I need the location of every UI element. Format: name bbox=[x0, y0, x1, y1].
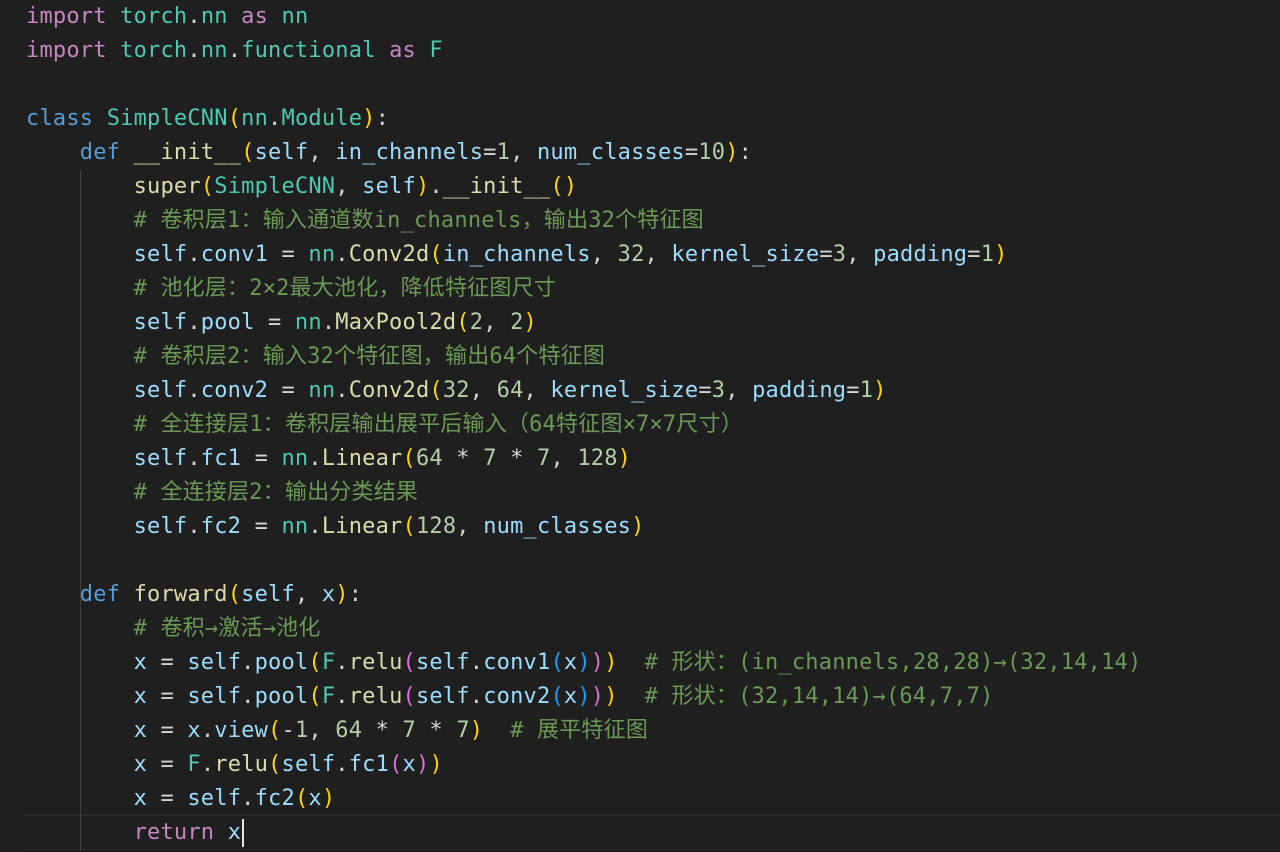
code-line[interactable]: def forward(self, x): bbox=[26, 578, 362, 612]
code-line[interactable]: import torch.nn.functional as F bbox=[26, 34, 443, 68]
code-line[interactable]: return x bbox=[26, 816, 245, 850]
code-line[interactable]: x = F.relu(self.fc1(x)) bbox=[26, 748, 443, 782]
code-line[interactable]: # 全连接层2：输出分类结果 bbox=[26, 476, 418, 510]
code-line[interactable]: x = self.fc2(x) bbox=[26, 782, 336, 816]
code-line[interactable]: def __init__(self, in_channels=1, num_cl… bbox=[26, 136, 752, 170]
code-line[interactable]: # 卷积层2：输入32个特征图，输出64个特征图 bbox=[26, 340, 605, 374]
code-line[interactable]: self.conv1 = nn.Conv2d(in_channels, 32, … bbox=[26, 238, 1008, 272]
code-line[interactable]: self.fc1 = nn.Linear(64 * 7 * 7, 128) bbox=[26, 442, 631, 476]
code-line[interactable]: self.pool = nn.MaxPool2d(2, 2) bbox=[26, 306, 537, 340]
text-cursor bbox=[242, 819, 245, 847]
code-line[interactable]: x = x.view(-1, 64 * 7 * 7) # 展平特征图 bbox=[26, 714, 648, 748]
code-line[interactable]: self.conv2 = nn.Conv2d(32, 64, kernel_si… bbox=[26, 374, 887, 408]
code-line[interactable]: self.fc2 = nn.Linear(128, num_classes) bbox=[26, 510, 645, 544]
code-line[interactable]: # 全连接层1：卷积层输出展平后输入（64特征图×7×7尺寸） bbox=[26, 408, 743, 442]
code-line[interactable]: x = self.pool(F.relu(self.conv2(x))) # 形… bbox=[26, 680, 994, 714]
code-line[interactable]: # 池化层：2×2最大池化，降低特征图尺寸 bbox=[26, 272, 556, 306]
code-line[interactable]: x = self.pool(F.relu(self.conv1(x))) # 形… bbox=[26, 646, 1142, 680]
code-line[interactable]: # 卷积层1：输入通道数in_channels，输出32个特征图 bbox=[26, 204, 704, 238]
code-line[interactable]: super(SimpleCNN, self).__init__() bbox=[26, 170, 578, 204]
code-line[interactable]: import torch.nn as nn bbox=[26, 0, 308, 34]
code-line[interactable]: class SimpleCNN(nn.Module): bbox=[26, 102, 389, 136]
code-editor[interactable]: import torch.nn as nn import torch.nn.fun… bbox=[0, 0, 1280, 852]
code-line[interactable]: # 卷积→激活→池化 bbox=[26, 612, 321, 646]
